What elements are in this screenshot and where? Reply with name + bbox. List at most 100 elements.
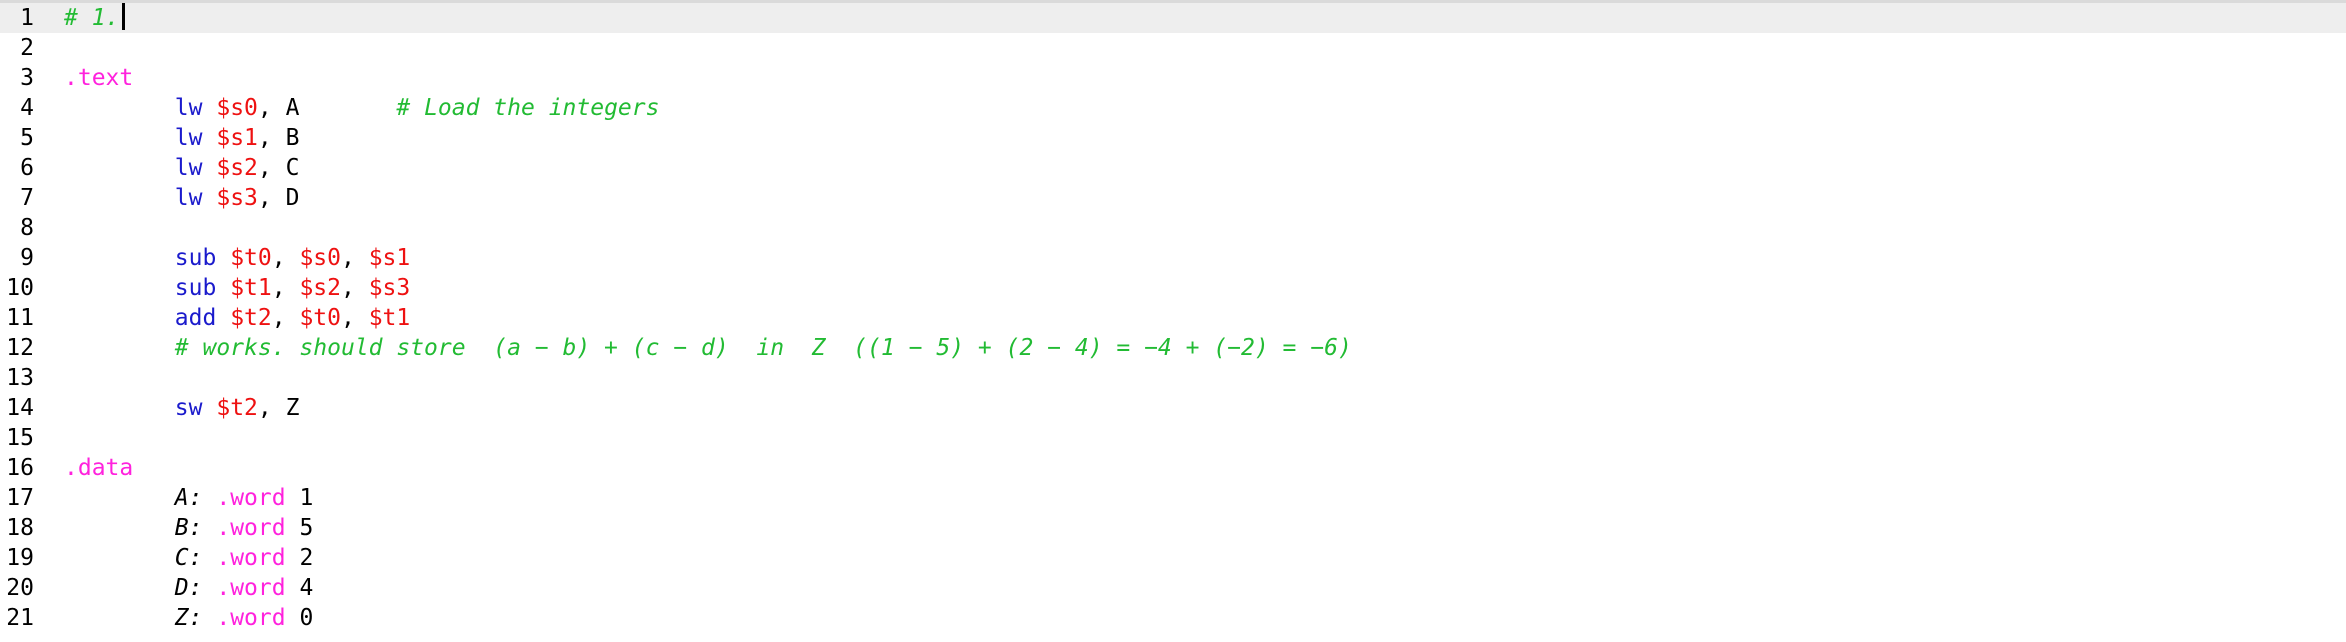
code-token-reg: $s1 [368,245,411,271]
code-token-plain: , B [257,125,300,151]
line-number: 7 [20,185,34,211]
code-text[interactable]: # works. should store (a − b) + (c − d) … [64,333,1352,363]
code-text[interactable]: add $t2, $t0, $t1 [64,303,410,333]
code-token-reg: $s3 [368,275,411,301]
code-line[interactable]: 15 [0,423,2346,453]
code-text[interactable]: lw $s0, A # Load the integers [64,93,660,123]
code-token-instr: sub [174,245,217,271]
code-line[interactable]: 3 .text [0,63,2346,93]
code-line[interactable]: 18 B: .word 5 [0,513,2346,543]
code-text[interactable]: B: .word 5 [64,513,314,543]
code-text[interactable]: Z: .word 0 [64,603,314,633]
code-token-comment: # works. should store (a − b) + (c − d) … [174,335,1352,361]
line-number: 14 [6,395,34,421]
code-line[interactable]: 10 sub $t1, $s2, $s3 [0,273,2346,303]
code-line[interactable]: 11 add $t2, $t0, $t1 [0,303,2346,333]
code-line[interactable]: 14 sw $t2, Z [0,393,2346,423]
code-token-reg: $s2 [216,155,258,181]
code-token-instr: add [174,305,217,331]
code-token-reg: $s0 [216,95,258,121]
code-text[interactable]: C: .word 2 [64,543,314,573]
line-number: 20 [6,575,34,601]
code-token-plain: , [340,245,369,271]
code-token-plain: , [340,305,369,331]
code-token-label: Z: [174,605,203,631]
line-number: 17 [6,485,34,511]
code-token-comment: # Load the integers [396,95,660,121]
code-line[interactable]: 8 [0,213,2346,243]
code-text[interactable]: lw $s3, D [64,183,300,213]
code-text[interactable]: sub $t1, $s2, $s3 [64,273,410,303]
code-line[interactable]: 12 # works. should store (a − b) + (c − … [0,333,2346,363]
code-token-plain: , [271,245,300,271]
code-token-reg: $s1 [216,125,258,151]
code-text[interactable]: D: .word 4 [64,573,314,603]
code-token-plain: 5 [285,515,314,541]
code-token-plain: 4 [285,575,314,601]
code-token-directive: .text [64,65,134,91]
code-token-instr: lw [174,95,203,121]
line-number: 21 [6,605,34,631]
code-token-reg: $t0 [230,245,272,271]
code-line[interactable]: 16 .data [0,453,2346,483]
code-line[interactable]: 6 lw $s2, C [0,153,2346,183]
code-text[interactable]: sw $t2, Z [64,393,300,423]
code-token-plain: 2 [285,545,314,571]
code-line[interactable]: 20 D: .word 4 [0,573,2346,603]
code-token-label: C: [174,545,203,571]
code-editor[interactable]: 1 # 1. 2 3 .text 4 lw $s0, A # Load the integ… [0,0,2346,642]
code-line[interactable]: 5 lw $s1, B [0,123,2346,153]
code-text[interactable]: lw $s2, C [64,153,300,183]
code-line[interactable]: 2 [0,33,2346,63]
line-number: 5 [20,125,34,151]
code-line[interactable]: 13 [0,363,2346,393]
code-token-reg: $s0 [299,245,341,271]
line-number: 16 [6,455,34,481]
code-token-directive: .data [64,455,134,481]
code-text[interactable]: A: .word 1 [64,483,314,513]
code-token-instr: lw [174,185,203,211]
code-token-instr: sw [174,395,203,421]
line-number: 10 [6,275,34,301]
code-line[interactable]: 4 lw $s0, A # Load the integers [0,93,2346,123]
code-text[interactable]: .data [64,453,133,483]
code-text[interactable]: lw $s1, B [64,123,300,153]
code-text[interactable]: .text [64,63,133,93]
code-token-directive: .word [216,485,286,511]
code-line[interactable]: 7 lw $s3, D [0,183,2346,213]
line-number: 11 [6,305,34,331]
code-text[interactable]: sub $t0, $s0, $s1 [64,243,410,273]
code-line[interactable]: 1 # 1. [0,3,2346,33]
code-token-reg: $t2 [216,395,258,421]
code-token-directive: .word [216,545,286,571]
code-text[interactable]: # 1. [64,3,126,33]
code-token-plain: , Z [257,395,300,421]
code-line[interactable]: 21 Z: .word 0 [0,603,2346,633]
code-token-reg: $t1 [368,305,411,331]
code-line[interactable]: 9 sub $t0, $s0, $s1 [0,243,2346,273]
code-line[interactable]: 19 C: .word 2 [0,543,2346,573]
code-token-reg: $t2 [230,305,272,331]
code-line[interactable]: 17 A: .word 1 [0,483,2346,513]
line-number: 12 [6,335,34,361]
code-token-comment: # 1. [64,5,120,31]
